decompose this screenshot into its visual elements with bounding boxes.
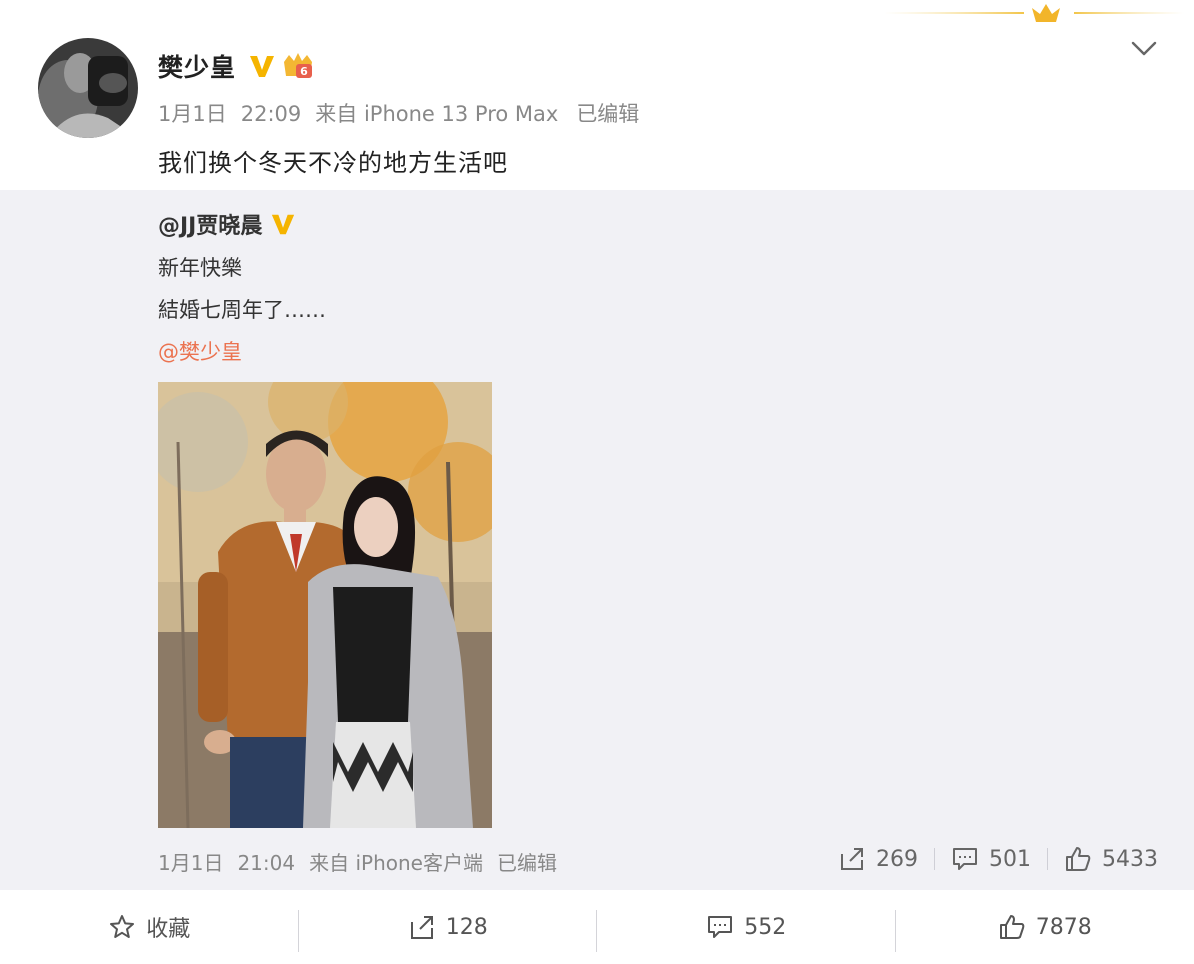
repost-stat-reposts[interactable]: 269 — [838, 846, 918, 872]
favorite-button[interactable]: 收藏 — [0, 890, 299, 964]
repost-stats: 269 501 5433 — [838, 842, 1158, 876]
post-text: 我们换个冬天不冷的地方生活吧 — [158, 149, 508, 177]
repost-stat-reposts-count: 269 — [876, 846, 918, 872]
repost-source: 来自 iPhone客户端 — [309, 851, 483, 875]
repost-icon — [410, 916, 433, 939]
repost-time[interactable]: 21:04 — [237, 851, 295, 875]
repost-stat-comments[interactable]: 501 — [951, 846, 1031, 872]
repost-stat-likes[interactable]: 5433 — [1064, 846, 1158, 872]
chevron-down-icon[interactable] — [1128, 35, 1160, 61]
like-count: 7878 — [1035, 914, 1092, 940]
divider — [1047, 848, 1048, 870]
repost-button[interactable]: 128 — [299, 890, 597, 964]
post-date[interactable]: 1月1日 — [158, 102, 227, 126]
level-badge-icon[interactable]: 6 — [280, 50, 316, 82]
like-icon — [1066, 847, 1091, 871]
repost-meta: 1月1日 21:04 来自 iPhone客户端 已编辑 — [158, 847, 571, 876]
repost-stat-likes-count: 5433 — [1102, 846, 1158, 872]
mention-link[interactable]: @樊少皇 — [158, 336, 242, 366]
couple-photo[interactable] — [158, 382, 492, 828]
comment-button[interactable]: 552 — [597, 890, 896, 964]
svg-text:6: 6 — [300, 65, 308, 78]
repost-text-line: 結婚七周年了…… — [158, 298, 326, 322]
repost-date[interactable]: 1月1日 — [158, 851, 223, 875]
verified-icon — [250, 56, 275, 77]
post-edited[interactable]: 已编辑 — [576, 102, 639, 126]
post-time[interactable]: 22:09 — [241, 102, 302, 126]
reposted-weibo[interactable]: @JJ贾晓晨 新年快樂 結婚七周年了…… @樊少皇 1月1日 21:04 来自 … — [0, 190, 1194, 890]
post-source: 来自 iPhone 13 Pro Max — [315, 102, 559, 126]
like-icon — [999, 915, 1025, 939]
repost-count: 128 — [445, 914, 488, 940]
post-meta: 1月1日 22:09 来自 iPhone 13 Pro Max 已编辑 — [158, 98, 653, 128]
star-icon — [110, 915, 135, 938]
post-toolbar: 收藏 128 552 7878 — [0, 890, 1194, 964]
comment-icon — [708, 916, 733, 938]
comment-icon — [953, 848, 977, 870]
crown-icon — [884, 4, 1184, 22]
comment-count: 552 — [744, 914, 787, 940]
like-button[interactable]: 7878 — [896, 890, 1194, 964]
divider — [934, 848, 935, 870]
weibo-post-page: 樊少皇 6 1月1日 22:09 来自 iPhone 13 Pro Max 已编辑 我… — [0, 0, 1194, 964]
repost-author-row: @JJ贾晓晨 — [158, 208, 296, 240]
author-name[interactable]: 樊少皇 — [158, 48, 236, 84]
author-row: 樊少皇 6 — [158, 48, 316, 84]
repost-text-line: 新年快樂 — [158, 256, 242, 280]
favorite-label: 收藏 — [146, 917, 191, 942]
verified-icon — [272, 214, 295, 235]
repost-icon — [841, 848, 863, 870]
repost-author[interactable]: @JJ贾晓晨 — [158, 208, 262, 240]
repost-stat-comments-count: 501 — [989, 846, 1031, 872]
avatar[interactable] — [38, 38, 138, 138]
repost-edited[interactable]: 已编辑 — [497, 851, 557, 875]
